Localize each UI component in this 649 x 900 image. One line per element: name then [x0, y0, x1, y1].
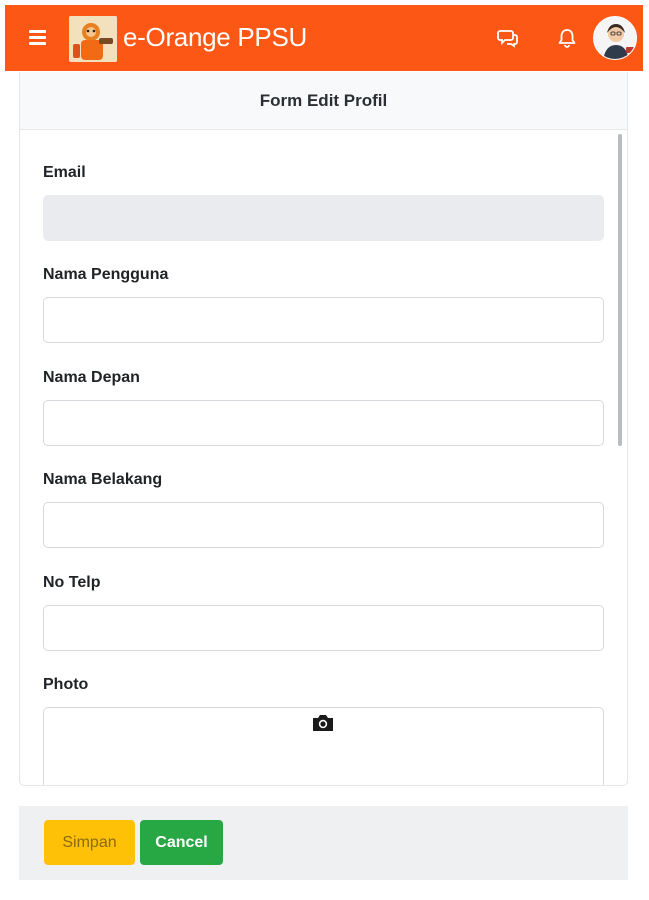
last-name-label: Nama Belakang [43, 471, 163, 488]
phone-field[interactable] [43, 605, 604, 651]
username-label: Nama Pengguna [43, 266, 169, 283]
last-name-field[interactable] [43, 502, 604, 548]
email-label: Email [43, 164, 86, 181]
chat-icon[interactable] [497, 28, 519, 48]
photo-label: Photo [43, 676, 89, 693]
cancel-button[interactable]: Cancel [140, 820, 223, 865]
brand-logo[interactable] [69, 16, 117, 62]
bell-icon[interactable] [556, 28, 578, 48]
card-title: Form Edit Profil [20, 72, 627, 130]
menu-icon[interactable] [29, 30, 47, 45]
brand-title[interactable]: e-Orange PPSU [123, 20, 307, 54]
last-name-group: Nama Belakang [43, 469, 604, 548]
form-footer: Simpan Cancel [19, 806, 628, 880]
username-group: Nama Pengguna [43, 264, 604, 343]
email-group: Email [43, 162, 604, 241]
phone-label: No Telp [43, 574, 101, 591]
photo-upload[interactable] [43, 707, 604, 785]
top-navbar: e-Orange PPSU [5, 5, 643, 71]
first-name-label: Nama Depan [43, 369, 140, 386]
email-field [43, 195, 604, 241]
first-name-field[interactable] [43, 400, 604, 446]
save-button[interactable]: Simpan [44, 820, 135, 865]
avatar[interactable] [593, 16, 637, 60]
phone-group: No Telp [43, 572, 604, 651]
username-field[interactable] [43, 297, 604, 343]
edit-profile-card: Form Edit Profil Email Nama Pengguna Nam… [19, 72, 628, 786]
scrollbar[interactable] [618, 134, 622, 446]
photo-group: Photo [43, 674, 604, 785]
camera-icon[interactable] [311, 713, 335, 733]
first-name-group: Nama Depan [43, 367, 604, 446]
